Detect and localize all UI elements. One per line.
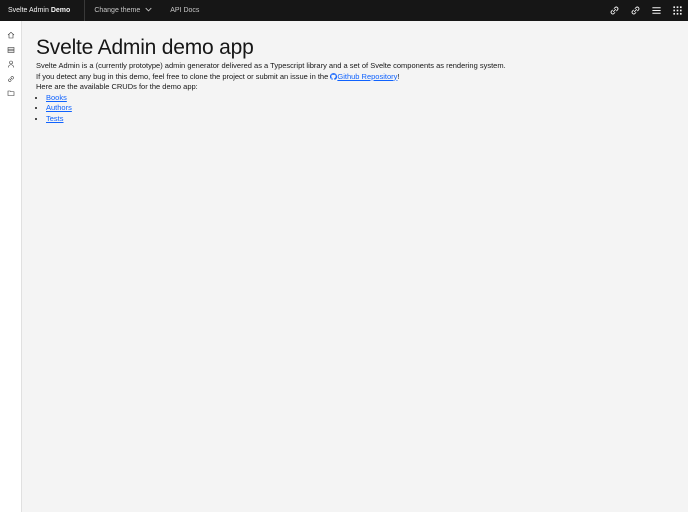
link-icon[interactable]: [604, 0, 625, 21]
main-content: Svelte Admin demo app Svelte Admin is a …: [22, 21, 688, 125]
bug-suffix: !: [397, 71, 400, 81]
change-theme-label: Change theme: [94, 7, 141, 14]
github-repository-link[interactable]: Github Repository: [330, 72, 397, 81]
home-icon[interactable]: [0, 28, 21, 43]
brand[interactable]: Svelte Admin Demo: [0, 0, 86, 21]
change-theme-menu[interactable]: Change theme: [85, 0, 161, 21]
authors-link[interactable]: Authors: [46, 103, 72, 112]
list-item: Authors: [46, 103, 688, 114]
folder-icon[interactable]: [0, 86, 21, 101]
brand-prefix: Svelte Admin: [8, 7, 49, 14]
link-icon[interactable]: [625, 0, 646, 21]
cruds-list: Books Authors Tests: [36, 93, 688, 125]
list-item: Tests: [46, 114, 688, 125]
brand-bold: Demo: [50, 7, 71, 14]
github-repository-label: Github Repository: [337, 71, 398, 81]
api-docs-link[interactable]: API Docs: [161, 0, 208, 21]
user-icon[interactable]: [0, 57, 21, 72]
menu-icon[interactable]: [646, 0, 667, 21]
app-switcher-icon[interactable]: [667, 0, 688, 21]
link-icon[interactable]: [0, 72, 21, 87]
tests-link[interactable]: Tests: [46, 114, 64, 123]
bug-prefix: If you detect any bug in this demo, feel…: [36, 71, 329, 81]
intro-text: Svelte Admin is a (currently prototype) …: [36, 61, 506, 70]
books-link[interactable]: Books: [46, 93, 67, 102]
side-nav: [0, 21, 22, 512]
cruds-intro-text: Here are the available CRUDs for the dem…: [36, 82, 198, 91]
chevron-down-icon: [145, 7, 152, 14]
books-icon[interactable]: [0, 43, 21, 58]
page-title: Svelte Admin demo app: [36, 36, 254, 59]
top-header: Svelte Admin Demo Change theme API Docs: [0, 0, 688, 21]
list-item: Books: [46, 93, 688, 104]
bug-report-text: If you detect any bug in this demo, feel…: [36, 72, 688, 83]
api-docs-label: API Docs: [170, 7, 200, 14]
header-actions: [604, 0, 688, 21]
